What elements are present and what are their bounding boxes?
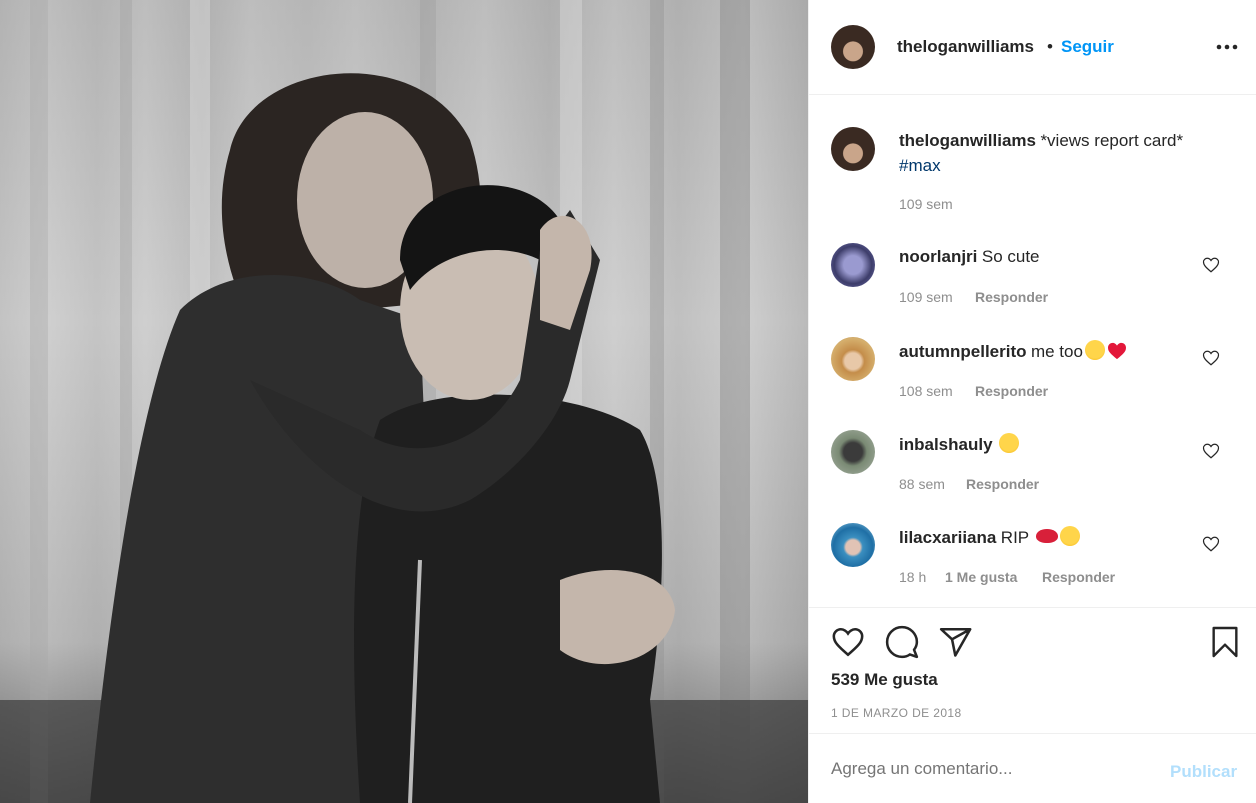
comment-avatar[interactable] <box>831 337 875 381</box>
comment-like-icon[interactable] <box>1202 535 1220 553</box>
comment-input[interactable] <box>831 752 1151 786</box>
comment: autumnpellerito me too <box>899 340 1127 362</box>
post-side-panel: theloganwilliams • Seguir theloganwillia… <box>808 0 1256 803</box>
laughing-tears-emoji <box>1084 340 1105 360</box>
follow-button[interactable]: Seguir <box>1061 37 1114 57</box>
reply-button[interactable]: Responder <box>975 289 1048 305</box>
comment-likes[interactable]: 1 Me gusta <box>945 569 1017 585</box>
caption-avatar[interactable] <box>831 127 875 171</box>
caption: theloganwilliams *views report card* #ma… <box>899 129 1239 179</box>
post-dialog: theloganwilliams • Seguir theloganwillia… <box>0 0 1256 803</box>
likes-count[interactable]: 539 Me gusta <box>831 670 938 690</box>
comment: lilacxariiana RIP <box>899 526 1080 548</box>
comment-like-icon[interactable] <box>1202 349 1220 367</box>
header-username[interactable]: theloganwilliams <box>897 37 1034 57</box>
bookmark-icon[interactable] <box>1209 625 1241 659</box>
caption-username[interactable]: theloganwilliams <box>899 131 1036 150</box>
face-with-hand-emoji <box>1059 526 1080 546</box>
comment-avatar[interactable] <box>831 523 875 567</box>
comment-time[interactable]: 109 sem <box>899 289 953 305</box>
comment-time[interactable]: 88 sem <box>899 476 945 492</box>
red-heart-emoji <box>1107 342 1127 360</box>
comment: inbalshauly <box>899 433 1019 455</box>
paper-plane-icon[interactable] <box>939 625 973 659</box>
comment-username[interactable]: lilacxariiana <box>899 528 996 547</box>
heart-icon[interactable] <box>831 625 865 659</box>
comment-username[interactable]: noorlanjri <box>899 247 977 266</box>
reply-button[interactable]: Responder <box>975 383 1048 399</box>
comment-like-icon[interactable] <box>1202 442 1220 460</box>
post-header: theloganwilliams • Seguir <box>809 0 1256 95</box>
comment-time[interactable]: 108 sem <box>899 383 953 399</box>
publish-button[interactable]: Publicar <box>1170 762 1237 782</box>
photo-illustration <box>0 0 808 803</box>
comment-time[interactable]: 18 h <box>899 569 926 585</box>
comment-avatar[interactable] <box>831 430 875 474</box>
post-date[interactable]: 1 DE MARZO DE 2018 <box>831 706 962 720</box>
post-photo[interactable] <box>0 0 808 803</box>
comment-username[interactable]: autumnpellerito <box>899 342 1027 361</box>
caption-text: *views report card* <box>1040 131 1184 150</box>
comment-like-icon[interactable] <box>1202 256 1220 274</box>
smirk-emoji <box>998 433 1019 453</box>
add-comment-bar: Publicar <box>809 733 1256 803</box>
reply-button[interactable]: Responder <box>1042 569 1115 585</box>
comment-text: me too <box>1030 342 1083 361</box>
comment-avatar[interactable] <box>831 243 875 287</box>
comment-text: So cute <box>981 247 1040 266</box>
lips-emoji <box>1035 529 1058 543</box>
comment-icon[interactable] <box>885 625 919 659</box>
comment-username[interactable]: inbalshauly <box>899 435 993 454</box>
post-actions: 539 Me gusta 1 DE MARZO DE 2018 <box>809 607 1256 733</box>
comment: noorlanjri So cute <box>899 247 1040 267</box>
header-separator: • <box>1047 37 1053 56</box>
caption-time[interactable]: 109 sem <box>899 196 953 212</box>
reply-button[interactable]: Responder <box>966 476 1039 492</box>
caption-hashtag[interactable]: #max <box>899 156 941 175</box>
comment-text: RIP <box>1000 528 1030 547</box>
more-horizontal-icon[interactable] <box>1215 38 1239 56</box>
header-avatar[interactable] <box>831 25 875 69</box>
